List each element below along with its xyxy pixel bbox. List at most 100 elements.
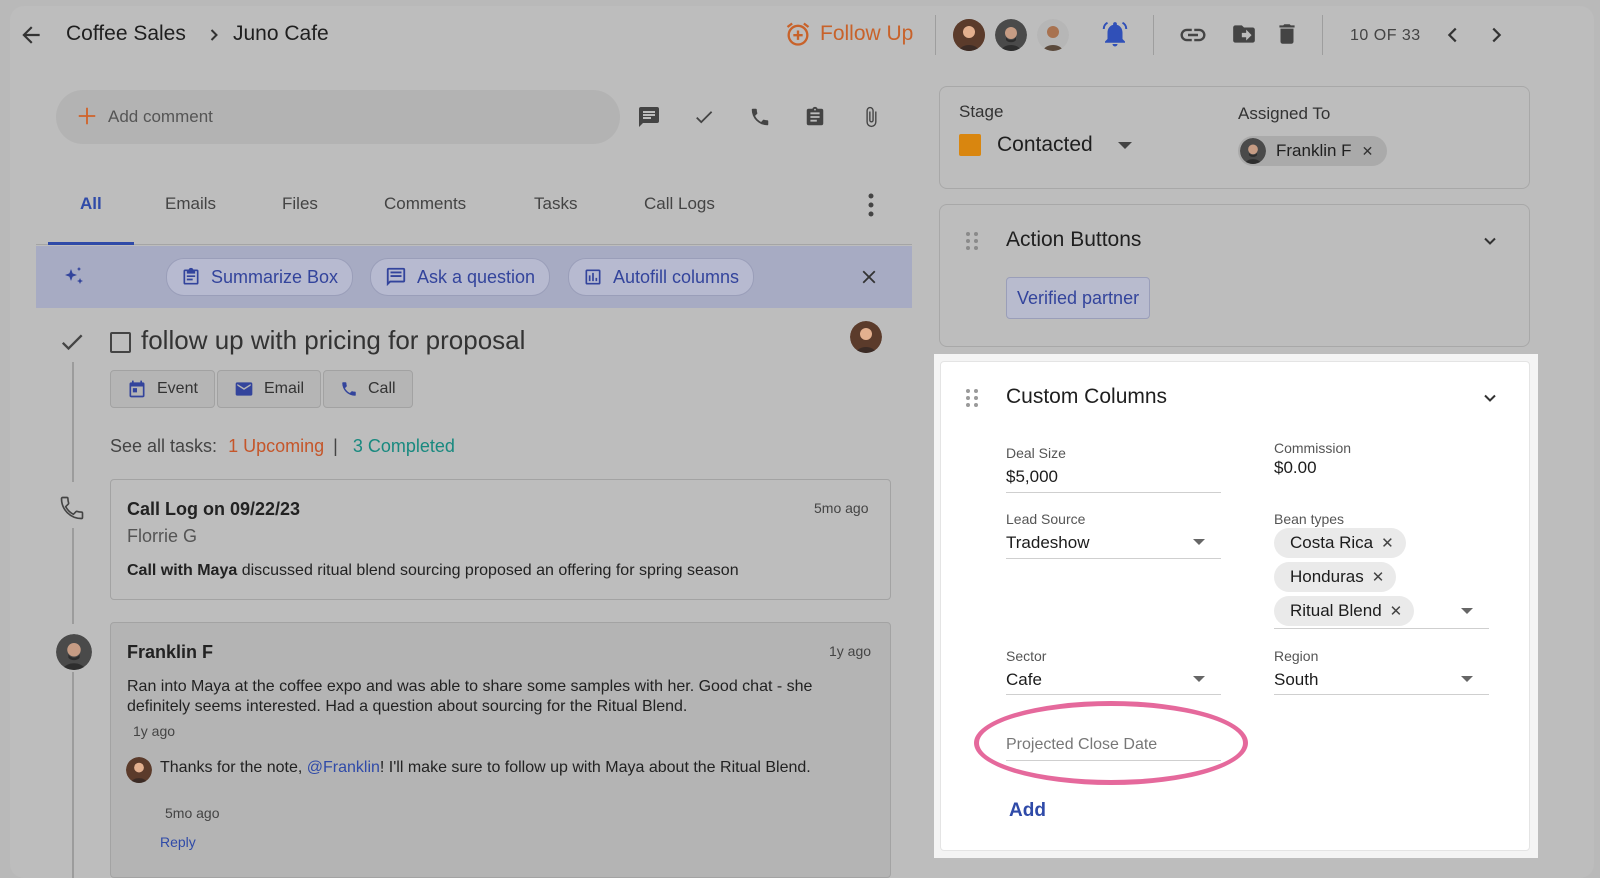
- timeline-line: [72, 528, 74, 624]
- comment-sub-time: 1y ago: [133, 723, 176, 739]
- link-icon[interactable]: [1178, 20, 1208, 50]
- avatar: [56, 634, 92, 670]
- plus-icon: [76, 105, 98, 127]
- clipboard-icon: [181, 266, 201, 288]
- chevron-down-icon[interactable]: [1480, 231, 1500, 251]
- more-vertical-icon[interactable]: [864, 192, 878, 218]
- lead-source-value[interactable]: Tradeshow: [1006, 533, 1089, 553]
- attachment-icon[interactable]: [860, 105, 882, 129]
- next-record-icon[interactable]: [1485, 24, 1507, 46]
- drag-handle-icon[interactable]: [965, 388, 979, 408]
- notification-bell-icon[interactable]: [1100, 19, 1130, 49]
- bean-type-name: Costa Rica: [1290, 533, 1374, 552]
- active-tab-indicator: [48, 242, 134, 245]
- reply-text-pre: Thanks for the note,: [160, 759, 307, 776]
- alarm-icon: [784, 20, 812, 48]
- phone-icon[interactable]: [749, 106, 771, 128]
- bean-type-name: Ritual Blend: [1290, 601, 1382, 620]
- remove-tag-icon[interactable]: ✕: [1390, 602, 1403, 620]
- tab-files[interactable]: Files: [282, 194, 318, 214]
- comment-card[interactable]: [110, 622, 891, 878]
- custom-columns-title: Custom Columns: [1006, 385, 1168, 408]
- tabs-divider: [36, 244, 912, 245]
- call-log-time: 5mo ago: [814, 500, 869, 516]
- close-icon[interactable]: [858, 266, 880, 288]
- sector-dropdown-icon[interactable]: [1193, 676, 1205, 682]
- chat-icon: [385, 266, 407, 288]
- mention-link[interactable]: @Franklin: [307, 759, 380, 776]
- clipboard-icon[interactable]: [804, 105, 826, 129]
- drag-handle-icon[interactable]: [965, 231, 979, 251]
- breadcrumb-parent[interactable]: Coffee Sales: [66, 22, 186, 46]
- bean-types-dropdown-icon[interactable]: [1461, 608, 1473, 614]
- stage-label: Stage: [959, 102, 1004, 121]
- autofill-columns-button[interactable]: Autofill columns: [568, 258, 755, 296]
- region-dropdown-icon[interactable]: [1461, 676, 1473, 682]
- divider: [935, 15, 936, 55]
- tab-call-logs[interactable]: Call Logs: [644, 194, 715, 214]
- record-counter: 10 OF 33: [1350, 27, 1421, 44]
- tab-all[interactable]: All: [80, 194, 102, 214]
- back-arrow-icon[interactable]: [18, 22, 44, 48]
- avatar: [1240, 138, 1266, 164]
- task-title[interactable]: follow up with pricing for proposal: [141, 325, 525, 356]
- reply-link[interactable]: Reply: [160, 834, 196, 850]
- region-value[interactable]: South: [1274, 670, 1318, 690]
- tab-comments[interactable]: Comments: [384, 194, 466, 214]
- stage-value[interactable]: Contacted: [997, 133, 1093, 157]
- comment-placeholder[interactable]: Add comment: [108, 107, 213, 127]
- remove-assignee-icon[interactable]: ✕: [1362, 143, 1374, 160]
- avatar: [126, 757, 152, 783]
- trash-icon[interactable]: [1274, 20, 1300, 48]
- upcoming-tasks-link[interactable]: 1 Upcoming: [228, 436, 324, 456]
- comment-icon[interactable]: [637, 105, 661, 129]
- call-log-card[interactable]: [110, 479, 891, 600]
- avatar[interactable]: [995, 19, 1027, 51]
- email-button[interactable]: Email: [217, 370, 322, 408]
- bar-chart-icon: [583, 267, 603, 287]
- verified-partner-button[interactable]: Verified partner: [1006, 277, 1151, 319]
- field-underline: [1274, 694, 1489, 695]
- separator: |: [333, 436, 338, 456]
- call-log-body-bold: Call with Maya: [127, 562, 238, 579]
- assigned-label: Assigned To: [1238, 104, 1331, 123]
- assignee-chip[interactable]: Franklin F ✕: [1238, 136, 1388, 166]
- task-check-icon[interactable]: [693, 106, 715, 128]
- avatar[interactable]: [1037, 19, 1069, 51]
- summarize-box-label: Summarize Box: [211, 266, 339, 287]
- avatar[interactable]: [953, 19, 985, 51]
- summarize-box-button[interactable]: Summarize Box: [166, 258, 354, 296]
- comment-time: 1y ago: [829, 643, 872, 659]
- deal-size-value[interactable]: $5,000: [1006, 467, 1058, 487]
- tab-emails[interactable]: Emails: [165, 194, 216, 214]
- stage-dropdown-icon[interactable]: [1118, 142, 1132, 149]
- task-checkbox[interactable]: [110, 332, 131, 353]
- lead-source-label: Lead Source: [1006, 511, 1086, 527]
- phone-icon: [340, 380, 358, 398]
- previous-record-icon[interactable]: [1442, 24, 1464, 46]
- action-buttons-title: Action Buttons: [1006, 228, 1142, 251]
- completed-tasks-link[interactable]: 3 Completed: [353, 436, 455, 456]
- avatar: [850, 321, 882, 353]
- move-to-folder-icon[interactable]: [1231, 21, 1257, 47]
- event-button[interactable]: Event: [110, 370, 215, 408]
- call-log-body: Call with Maya discussed ritual blend so…: [127, 562, 739, 580]
- comment-body: Ran into Maya at the coffee expo and was…: [127, 678, 813, 715]
- email-label: Email: [264, 380, 305, 397]
- deal-size-label: Deal Size: [1006, 445, 1066, 461]
- remove-tag-icon[interactable]: ✕: [1381, 534, 1394, 552]
- highlight-ring: [974, 701, 1248, 785]
- follow-up-button[interactable]: Follow Up: [784, 20, 913, 48]
- call-button[interactable]: Call: [323, 370, 413, 408]
- tab-tasks[interactable]: Tasks: [534, 194, 577, 214]
- sector-value[interactable]: Cafe: [1006, 670, 1042, 690]
- add-column-button[interactable]: Add: [1009, 800, 1046, 822]
- stage-color-swatch: [959, 134, 981, 156]
- remove-tag-icon[interactable]: ✕: [1372, 568, 1385, 586]
- breadcrumb-chevron-icon: [204, 25, 224, 45]
- event-label: Event: [157, 380, 198, 397]
- ask-question-button[interactable]: Ask a question: [370, 258, 551, 296]
- lead-source-dropdown-icon[interactable]: [1193, 539, 1205, 545]
- chevron-down-icon[interactable]: [1480, 388, 1500, 408]
- field-underline: [1006, 694, 1221, 695]
